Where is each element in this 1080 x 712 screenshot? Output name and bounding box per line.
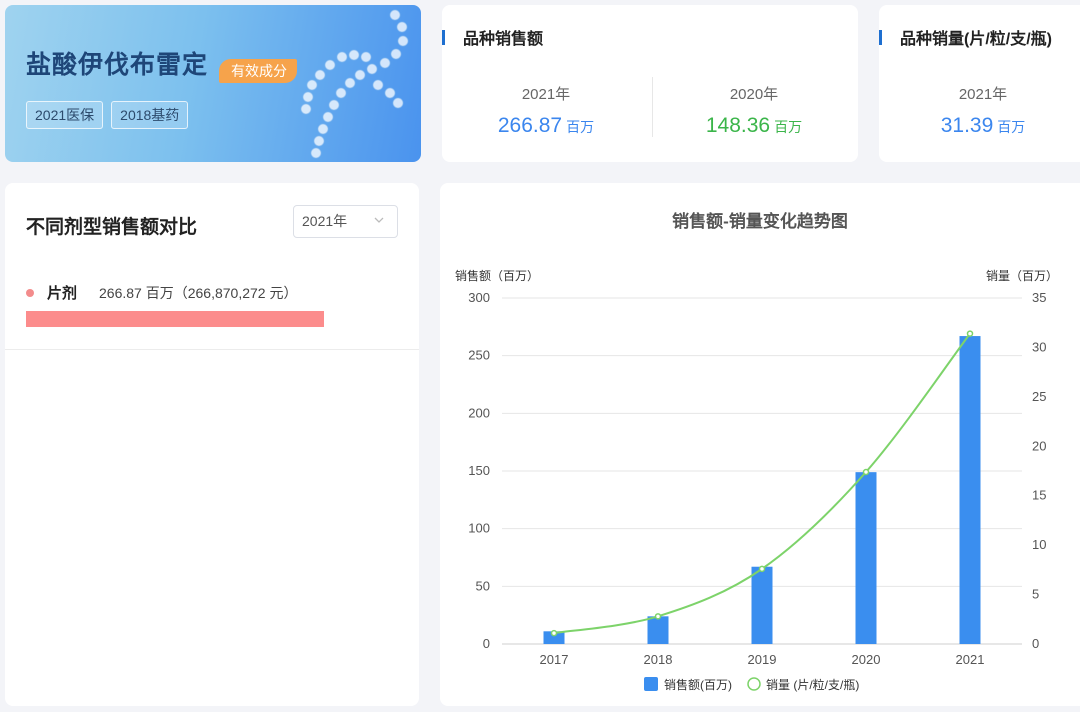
dosage-share-bar	[26, 311, 324, 327]
tag-insurance[interactable]: 2021医保	[26, 101, 104, 129]
product-hero-banner: 盐酸伊伐布雷定 有效成分 2021医保 2018基药	[5, 5, 421, 162]
card-accent-bar	[442, 29, 445, 45]
stat-2021: 2021年 266.87 百万	[442, 83, 650, 138]
y-right-tick-label: 10	[1032, 537, 1046, 552]
legend-line-label: 销量 (片/粒/支/瓶)	[766, 677, 859, 692]
stat-unit: 百万	[566, 119, 595, 135]
dosage-value: 266.87 百万（266,870,272 元）	[99, 284, 298, 301]
bar-2020	[855, 472, 877, 644]
y-left-tick-label: 0	[483, 636, 490, 651]
x-tick-label: 2021	[956, 652, 985, 667]
y-left-tick-label: 150	[468, 463, 490, 478]
line-point-2021	[966, 330, 974, 337]
line-point-2019	[758, 565, 766, 573]
x-tick-label: 2020	[852, 652, 881, 667]
tag-essential-drug[interactable]: 2018基药	[111, 101, 189, 129]
legend-bar-label: 销售额(百万)	[664, 677, 732, 692]
dosage-comparison-panel: 不同剂型销售额对比 2021年 片剂 266.87 百万（266,870,272…	[5, 183, 419, 706]
year-select-value: 2021年	[302, 213, 348, 229]
y-left-tick-label: 250	[468, 348, 490, 363]
sales-volume-card: 品种销量(片/粒/支/瓶) 2021年 31.39 百万	[879, 5, 1080, 162]
dosage-row: 片剂 266.87 百万（266,870,272 元）	[26, 282, 297, 303]
bar-2018	[647, 616, 669, 644]
dosage-color-dot	[26, 288, 34, 297]
y-right-tick-label: 20	[1032, 438, 1046, 453]
y-right-tick-label: 30	[1032, 339, 1046, 354]
stat-year: 2021年	[521, 86, 571, 103]
line-point-2018	[654, 613, 662, 620]
stat-unit: 百万	[997, 119, 1026, 135]
y-right-tick-label: 25	[1032, 389, 1046, 404]
x-tick-label: 2019	[748, 652, 777, 667]
sales-amount-card: 品种销售额 2021年 266.87 百万 2020年 148.36 百万	[442, 5, 858, 162]
x-tick-label: 2018	[644, 652, 673, 667]
y-right-tick-label: 0	[1032, 636, 1039, 651]
dna-helix-illustration	[300, 9, 409, 159]
line-point-2020	[862, 468, 870, 476]
stat-year: 2020年	[729, 86, 779, 103]
y-left-tick-label: 50	[476, 578, 490, 593]
stat-value: 266.87	[497, 114, 563, 137]
card-accent-bar	[879, 29, 882, 45]
stat-2020: 2020年 148.36 百万	[650, 83, 858, 138]
product-name: 盐酸伊伐布雷定	[26, 51, 209, 79]
card-title: 品种销售额	[463, 31, 544, 48]
y-left-tick-label: 100	[468, 521, 490, 536]
trend-chart: 0 50 100 150 200 250 300 0 5 10 15 20 25 30 35 2017 2018…	[468, 290, 1046, 692]
bar-2019	[751, 566, 773, 644]
chevron-down-icon	[374, 217, 384, 223]
stat-value: 31.39	[940, 114, 994, 137]
y-left-tick-label: 200	[468, 405, 490, 420]
year-select[interactable]: 2021年	[293, 205, 398, 238]
card-title: 品种销量(片/粒/支/瓶)	[900, 31, 1052, 48]
divider	[5, 349, 419, 350]
legend-line-swatch	[747, 677, 761, 691]
ingredient-badge: 有效成分	[219, 59, 297, 83]
line-point-2017	[550, 629, 558, 637]
stat-year: 2021年	[958, 86, 1008, 103]
stat-unit: 百万	[774, 119, 803, 135]
trend-chart-card: 销售额-销量变化趋势图 销售额（百万） 销量（百万） 0 50 100 150 200 2…	[440, 183, 1080, 706]
stat-value: 148.36	[705, 114, 771, 137]
legend-bar-swatch	[644, 677, 658, 691]
x-tick-label: 2017	[540, 652, 569, 667]
y-right-tick-label: 15	[1032, 488, 1046, 503]
stat-2021: 2021年 31.39 百万	[879, 83, 1080, 138]
hero-tags: 2021医保 2018基药	[26, 101, 189, 129]
y-right-tick-label: 5	[1032, 587, 1039, 602]
y-right-tick-label: 35	[1032, 290, 1046, 305]
panel-title: 不同剂型销售额对比	[26, 217, 198, 238]
y-left-tick-label: 300	[468, 290, 490, 305]
dosage-name: 片剂	[47, 285, 78, 302]
bar-2021	[959, 336, 981, 644]
